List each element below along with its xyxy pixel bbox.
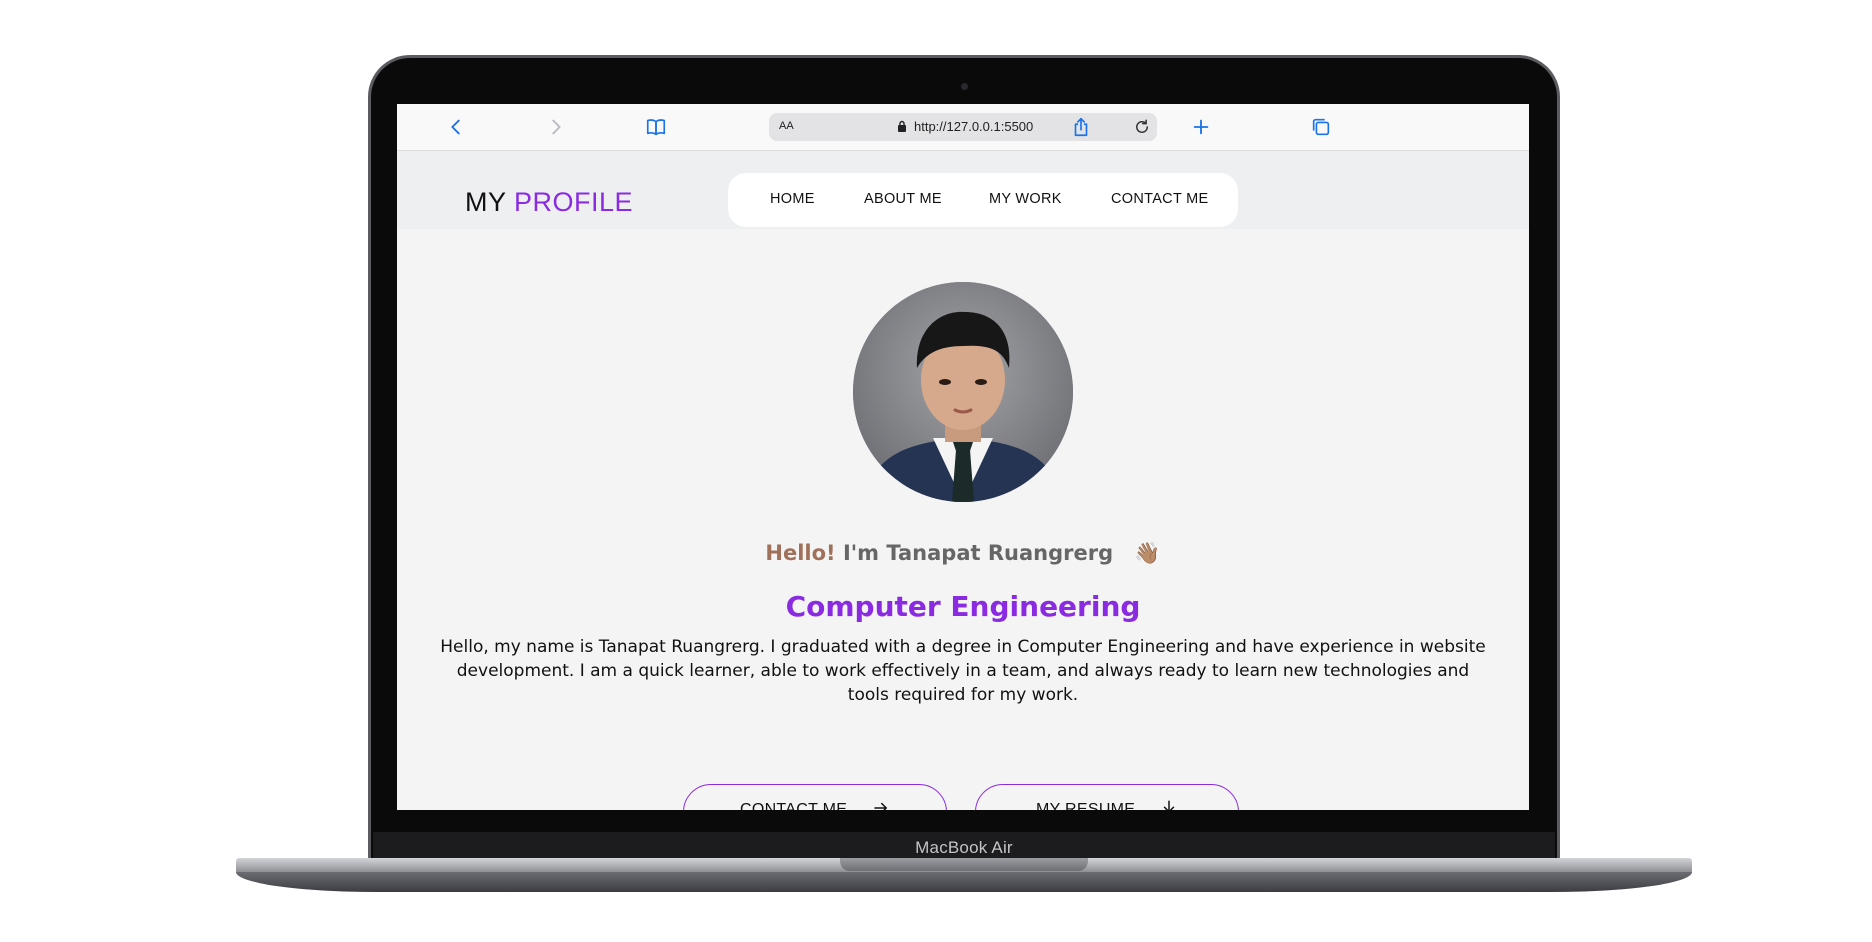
laptop-base-bottom [236, 872, 1692, 892]
site-header: MY PROFILE HOME ABOUT ME MY WORK CONTACT… [397, 151, 1529, 229]
device-label: MacBook Air [915, 838, 1013, 857]
camera-icon [961, 83, 968, 90]
nav-about-me[interactable]: ABOUT ME [864, 191, 942, 207]
hero-bio: Hello, my name is Tanapat Ruangrerg. I g… [440, 637, 1486, 705]
forward-icon[interactable] [543, 114, 569, 140]
bookmarks-icon[interactable] [643, 114, 669, 140]
my-resume-label: MY RESUME [1035, 801, 1136, 810]
address-bar[interactable]: AA http://127.0.0.1:5500 [769, 113, 1157, 141]
text-size-button[interactable]: AA [779, 120, 794, 132]
arrow-right-icon [874, 802, 888, 810]
nav-my-work[interactable]: MY WORK [989, 191, 1062, 207]
share-icon[interactable] [1068, 114, 1094, 140]
reload-icon[interactable] [1133, 118, 1151, 136]
site-logo[interactable]: MY PROFILE [465, 187, 633, 218]
waving-hand-icon: 👋🏽 [1134, 541, 1161, 565]
browser-toolbar: AA http://127.0.0.1:5500 [397, 104, 1529, 151]
nav-home[interactable]: HOME [770, 191, 815, 207]
tabs-icon[interactable] [1308, 114, 1334, 140]
hero-greeting: Hello! I'm Tanapat Ruangrerg 👋🏽 [397, 541, 1529, 566]
contact-me-button[interactable]: CONTACT ME [683, 784, 947, 810]
nav-contact-me[interactable]: CONTACT ME [1111, 191, 1209, 207]
greeting-hello: Hello! [765, 541, 836, 565]
download-icon [1163, 800, 1175, 810]
screen: AA http://127.0.0.1:5500 MY PROFILE HOME… [397, 104, 1529, 810]
back-icon[interactable] [443, 114, 469, 140]
stage: AA http://127.0.0.1:5500 MY PROFILE HOME… [0, 0, 1872, 942]
hero-role: Computer Engineering [785, 590, 1141, 623]
lock-icon [898, 120, 906, 132]
greeting-name: I'm Tanapat Ruangrerg [842, 541, 1114, 565]
contact-me-label: CONTACT ME [739, 801, 848, 810]
new-tab-icon[interactable] [1188, 114, 1214, 140]
logo-prefix: MY [465, 187, 507, 217]
profile-photo [853, 282, 1073, 502]
nav-menu: HOME ABOUT ME MY WORK CONTACT ME [728, 173, 1238, 227]
logo-accent: PROFILE [514, 187, 634, 217]
laptop-notch [840, 858, 1088, 871]
url-text[interactable]: http://127.0.0.1:5500 [914, 119, 1033, 134]
my-resume-button[interactable]: MY RESUME [975, 784, 1239, 810]
